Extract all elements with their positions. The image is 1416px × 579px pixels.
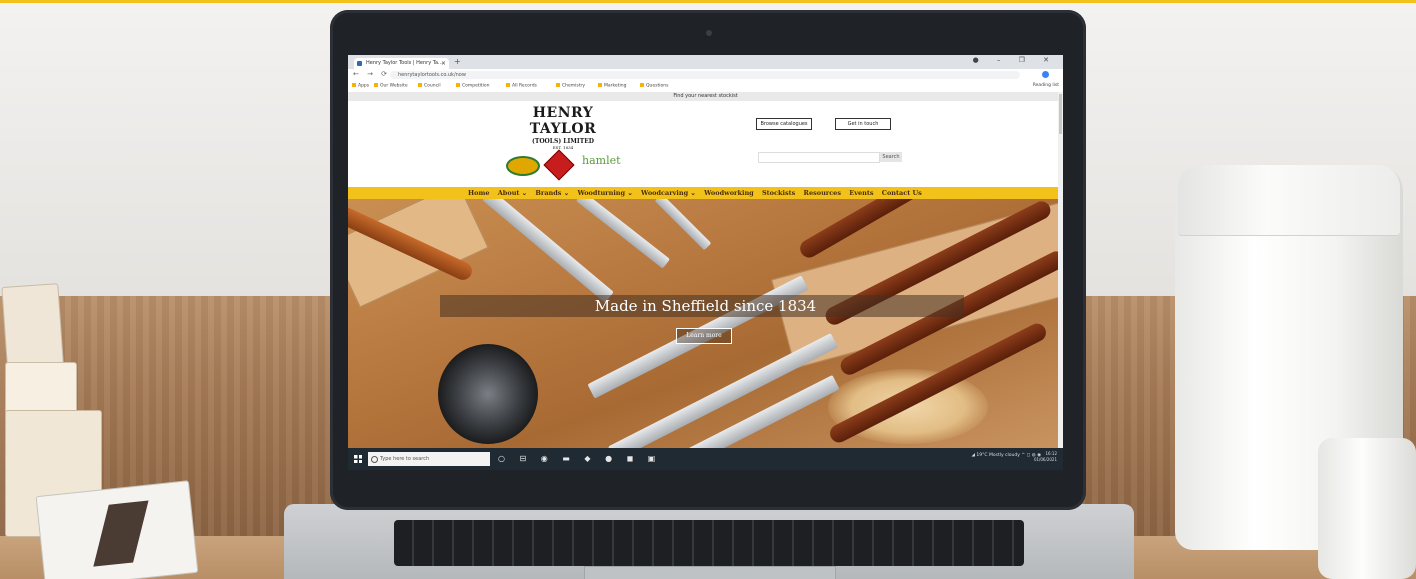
nav-stockists[interactable]: Stockists [762,189,795,197]
chisel-blade [654,199,712,251]
get-in-touch-button[interactable]: Get in touch [835,118,891,130]
small-jar [1318,438,1416,579]
bookmark-item[interactable]: Chemistry [556,83,585,89]
bookmark-item[interactable]: Our Website [374,83,408,89]
bookmark-item[interactable]: Marketing [598,83,626,89]
book [35,480,199,579]
laptop-base [284,504,1134,579]
nav-woodcarving[interactable]: Woodcarving ⌄ [641,189,696,197]
announcement-bar[interactable]: Find your nearest stockist [348,92,1063,101]
tab-title: Henry Taylor Tools | Henry Ta... [366,60,443,66]
bookmark-item[interactable]: Apps [352,83,369,89]
bookmark-folder-icon [374,83,378,87]
taskbar-clock[interactable]: 16:12 01/06/2021 [1034,451,1057,463]
navigation-icons[interactable]: ← → ⟳ [353,70,390,78]
keyboard [394,520,1024,566]
main-nav: Home About ⌄ Brands ⌄ Woodturning ⌄ Wood… [348,187,1063,199]
bookmark-folder-icon [456,83,460,87]
nav-brands[interactable]: Brands ⌄ [535,189,569,197]
hero-caption: Made in Sheffield since 1834 [594,297,817,315]
photo-scene: Henry Taylor Tools | Henry Ta... × + ● –… [0,0,1416,579]
favicon-icon [357,61,362,66]
profile-avatar[interactable] [1042,71,1049,78]
url-field[interactable]: henrytaylortools.co.uk/now [390,71,1020,79]
browse-catalogues-button[interactable]: Browse catalogues [756,118,812,130]
bookmark-folder-icon [640,83,644,87]
bookmark-folder-icon [418,83,422,87]
page-scrollbar[interactable] [1058,92,1063,448]
windows-taskbar: Type here to search ○ ⊟ ◉ ▬ ◆ ● ◼ ▣ ◢ 19… [348,448,1063,470]
container-lid [1178,165,1400,236]
hamlet-logo[interactable]: hamlet [582,154,621,167]
brand-name: HENRY TAYLOR [529,105,597,137]
clock-date: 01/06/2021 [1033,457,1057,462]
webcam [706,30,712,36]
browser-tab[interactable]: Henry Taylor Tools | Henry Ta... × [354,58,449,69]
taskbar-app-icons[interactable]: ○ ⊟ ◉ ▬ ◆ ● ◼ ▣ [498,454,661,463]
search-icon [371,456,378,463]
learn-more-button[interactable]: Learn more [676,328,732,344]
search-button[interactable]: Search [880,152,902,162]
hero-banner: Made in Sheffield since 1834 Learn more [348,199,1063,448]
search-input[interactable] [758,152,880,163]
site-logo[interactable]: HENRY TAYLOR (TOOLS) LIMITED EST. 1834 [498,105,628,150]
nav-resources[interactable]: Resources [804,189,841,197]
system-tray[interactable]: ◢ 19°C Mostly cloudy ^ ◻ ◍ ◉ [972,453,1041,458]
brand-subtitle: (TOOLS) LIMITED [532,138,594,145]
brand-logo-diamond[interactable] [542,153,576,175]
nav-home[interactable]: Home [468,189,490,197]
brand-established: EST. 1834 [552,145,574,150]
brand-logos: hamlet [506,153,626,176]
browser-tab-bar: Henry Taylor Tools | Henry Ta... × + ● –… [348,55,1063,69]
nav-woodworking[interactable]: Woodworking [704,189,754,197]
new-tab-button[interactable]: + [454,57,461,66]
laptop-screen: Henry Taylor Tools | Henry Ta... × + ● –… [348,55,1063,470]
laptop-lid: Henry Taylor Tools | Henry Ta... × + ● –… [330,10,1086,510]
bookmark-item[interactable]: Questions [640,83,668,89]
bookmark-folder-icon [506,83,510,87]
reading-list[interactable]: Reading list [1033,83,1059,88]
nav-about[interactable]: About ⌄ [498,189,527,197]
window-controls[interactable]: ● – ❐ ✕ [973,56,1057,64]
nav-items: Home About ⌄ Brands ⌄ Woodturning ⌄ Wood… [468,187,928,199]
bookmark-folder-icon [352,83,356,87]
close-tab-icon[interactable]: × [441,58,446,69]
taskbar-search-input[interactable]: Type here to search [368,452,490,466]
bookmark-item[interactable]: Competition [456,83,490,89]
nav-events[interactable]: Events [849,189,873,197]
bookmark-item[interactable]: Council [418,83,441,89]
windows-start-icon[interactable] [354,455,362,463]
bookmark-folder-icon [598,83,602,87]
nav-contact[interactable]: Contact Us [882,189,922,197]
bookmark-folder-icon [556,83,560,87]
bookmark-item[interactable]: All Records [506,83,537,89]
trackpad [584,566,836,579]
brand-logo-oval[interactable] [506,156,540,176]
nav-woodturning[interactable]: Woodturning ⌄ [577,189,632,197]
chisel-blade [575,199,671,269]
lathe-chuck [438,344,538,444]
